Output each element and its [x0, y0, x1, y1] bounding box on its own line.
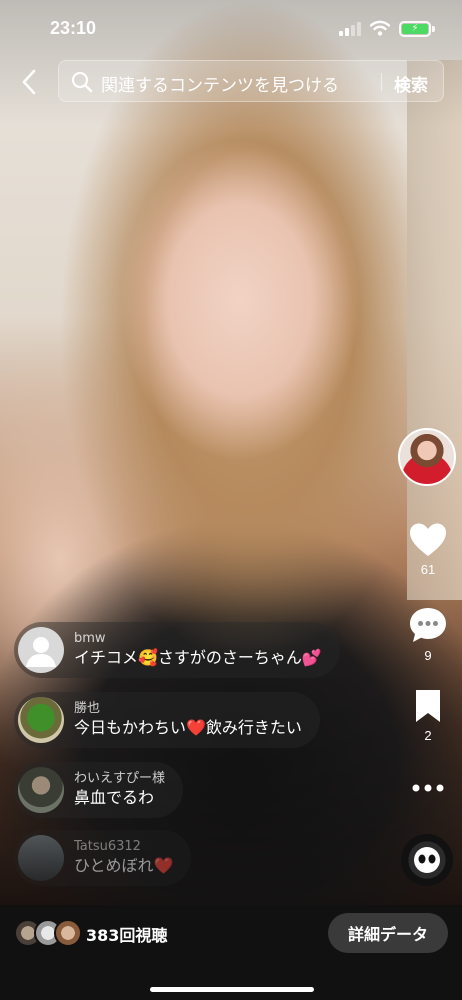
comment-username: bmw — [74, 631, 106, 646]
comment-text: 今日もかわちい❤️飲み行きたい — [74, 718, 302, 737]
search-bar[interactable]: 関連するコンテンツを見つける 検索 — [58, 60, 444, 102]
comment-item[interactable]: bmw イチコメ🥰さすがのさーちゃん💕 — [14, 622, 340, 678]
search-divider — [381, 73, 382, 91]
comment-text: ひとめぼれ❤️ — [74, 856, 174, 875]
comment-count: 9 — [424, 648, 432, 663]
details-button[interactable]: 詳細データ — [328, 913, 448, 953]
status-bar: 23:10 ⚡ — [0, 0, 462, 54]
like-count: 61 — [420, 562, 436, 577]
comment-button[interactable]: 9 — [404, 606, 452, 663]
comment-item[interactable]: 勝也 今日もかわちい❤️飲み行きたい — [14, 692, 320, 748]
back-button[interactable] — [14, 66, 44, 98]
like-button[interactable]: 61 — [404, 522, 452, 577]
view-count: 383回視聴 — [86, 926, 168, 945]
status-time: 23:10 — [50, 18, 97, 38]
comment-bubble-icon — [410, 608, 446, 642]
background-door — [407, 60, 462, 600]
search-button[interactable]: 検索 — [394, 71, 428, 96]
creator-avatar[interactable] — [398, 428, 456, 486]
search-icon — [71, 71, 93, 93]
chevron-left-icon — [22, 69, 36, 95]
comment-avatar-default — [18, 627, 64, 673]
default-avatar-icon — [26, 637, 56, 667]
music-disc[interactable] — [401, 834, 453, 886]
comment-avatar — [18, 697, 64, 743]
music-disc-icon — [414, 847, 440, 873]
home-indicator — [150, 987, 314, 992]
bookmark-count: 2 — [424, 728, 432, 743]
comment-text: 鼻血でるわ — [74, 788, 155, 807]
comment-item[interactable]: Tatsu6312 ひとめぼれ❤️ — [14, 830, 192, 886]
comment-text: イチコメ🥰さすがのさーちゃん💕 — [74, 648, 322, 667]
more-button[interactable] — [404, 778, 452, 798]
wifi-icon — [370, 20, 390, 36]
comment-item[interactable]: わいえすぴー様 鼻血でるわ — [14, 762, 184, 818]
more-dots-icon — [412, 784, 444, 792]
comment-avatar — [18, 767, 64, 813]
viewer-avatar — [54, 919, 82, 947]
comment-username: わいえすぴー様 — [74, 771, 166, 786]
bookmark-icon — [416, 690, 440, 722]
battery-charging-icon: ⚡ — [399, 21, 431, 37]
bookmark-button[interactable]: 2 — [404, 688, 452, 743]
bottom-bar: 383回視聴 詳細データ — [0, 905, 462, 1000]
comment-username: Tatsu6312 — [74, 839, 141, 854]
signal-icon — [339, 22, 361, 36]
comment-username: 勝也 — [74, 701, 101, 716]
battery-tip — [432, 26, 435, 32]
search-input[interactable]: 関連するコンテンツを見つける — [101, 71, 339, 96]
comment-avatar — [18, 835, 64, 881]
viewer-avatars[interactable] — [14, 919, 84, 949]
heart-icon — [410, 523, 446, 556]
